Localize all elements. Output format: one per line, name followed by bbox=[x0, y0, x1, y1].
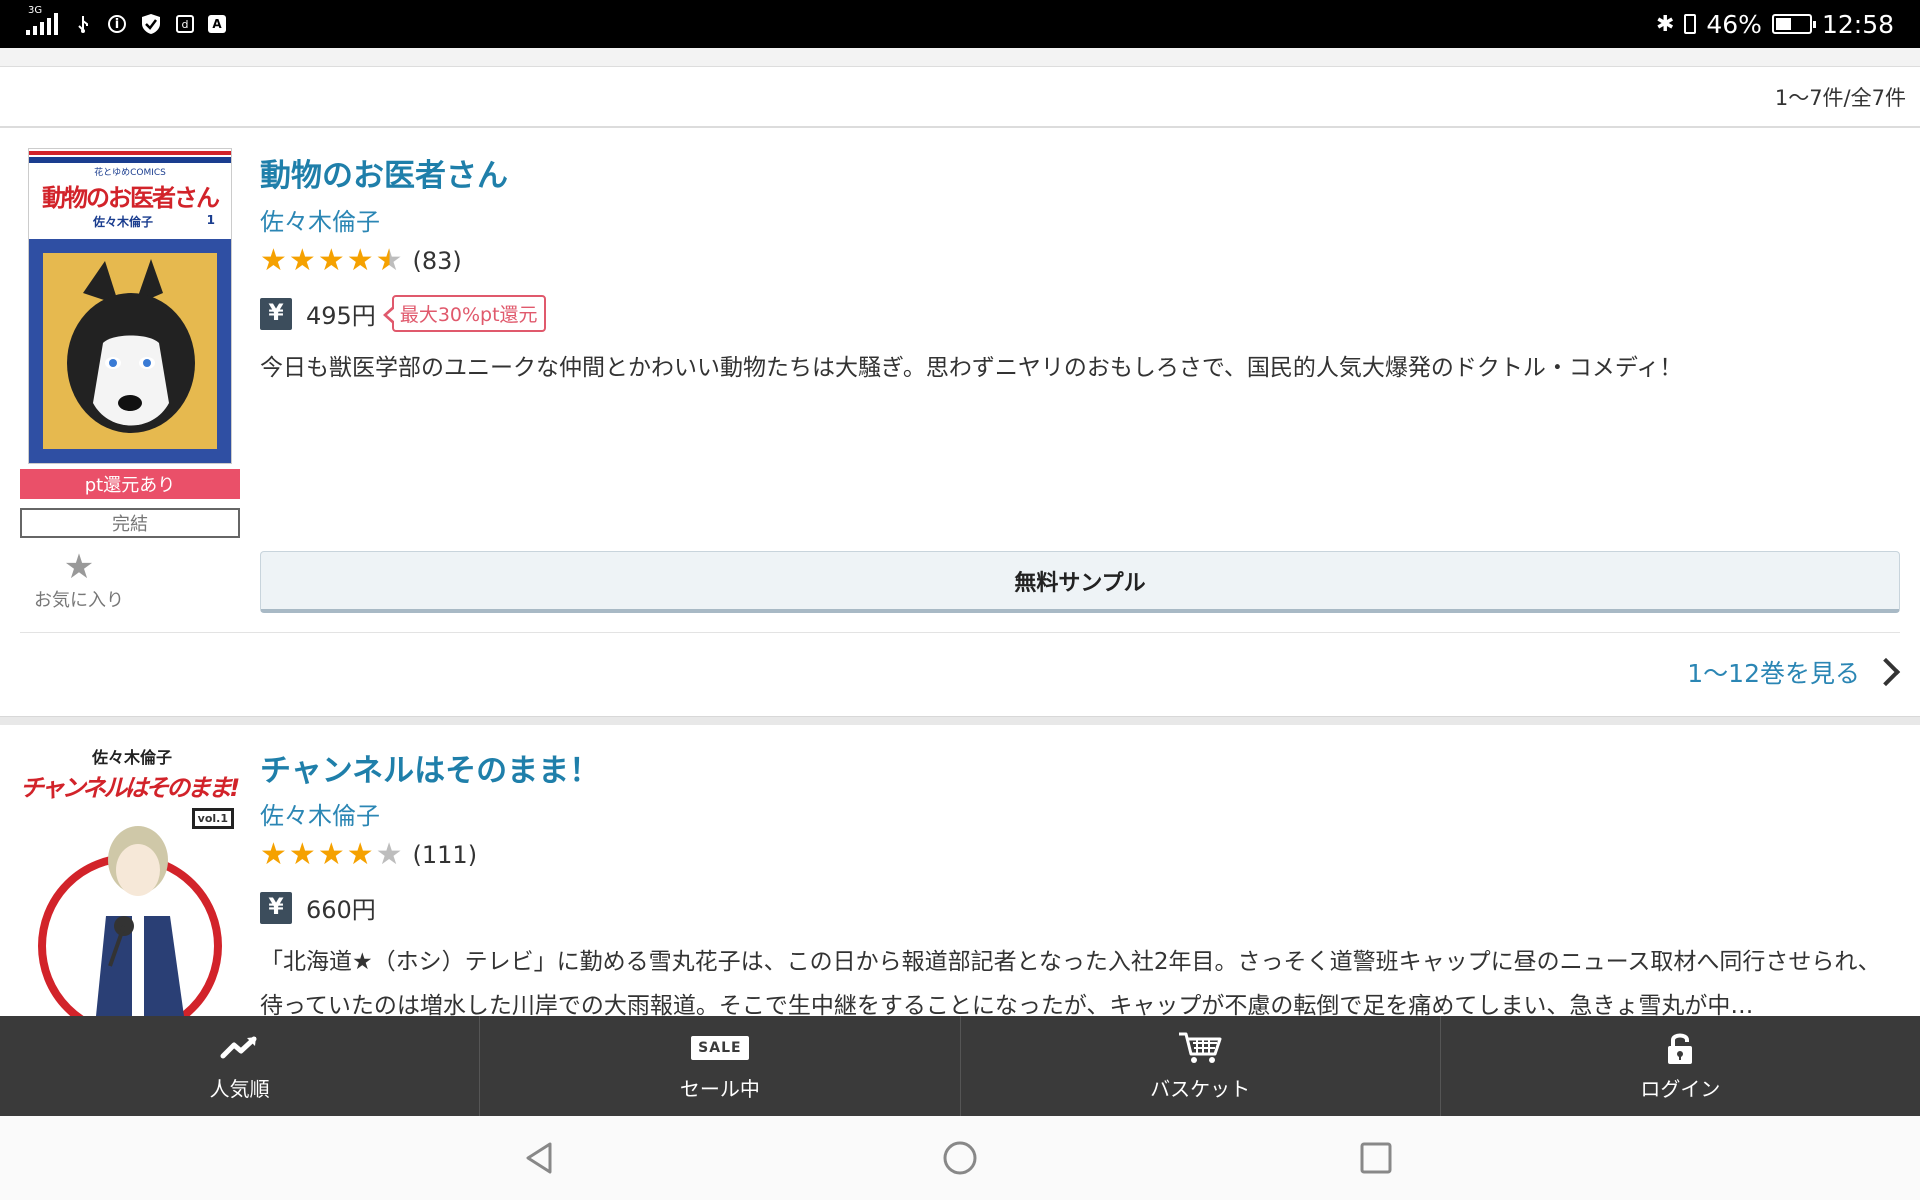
status-bar: 3G i d A ✱ 46% 12:58 bbox=[0, 0, 1920, 48]
trending-icon bbox=[220, 1031, 260, 1065]
book-description: 今日も獣医学部のユニークな仲間とかわいい動物たちは大騒ぎ。思わずニヤリのおもしろ… bbox=[260, 355, 1683, 381]
star-icon: ★ bbox=[260, 837, 287, 872]
cover-author: 佐々木倫子 bbox=[91, 748, 172, 767]
book-cover[interactable]: 花とゆめCOMICS 動物のお医者さん 佐々木倫子 1 bbox=[28, 148, 232, 464]
battery-percent: 46% bbox=[1706, 9, 1762, 39]
free-sample-button[interactable]: 無料サンプル bbox=[260, 551, 1900, 613]
cover-author: 佐々木倫子 bbox=[93, 215, 154, 229]
reporter-illustration bbox=[38, 826, 222, 1016]
back-icon[interactable] bbox=[522, 1140, 558, 1176]
yen-icon: ¥ bbox=[260, 891, 292, 924]
status-icons-right: ✱ 46% 12:58 bbox=[1656, 6, 1894, 42]
completed-tag: 完結 bbox=[20, 508, 240, 538]
book-cover[interactable]: 佐々木倫子 チャンネルはそのまま! vol.1 bbox=[20, 742, 244, 1016]
recents-icon[interactable] bbox=[1358, 1140, 1394, 1176]
tab-login[interactable]: ログイン bbox=[1441, 1016, 1920, 1116]
star-half-icon: ★ bbox=[375, 243, 403, 278]
favorite-button[interactable]: ★ お気に入り bbox=[26, 548, 132, 612]
star-icon: ★ bbox=[260, 243, 287, 278]
rating-count: (111) bbox=[412, 841, 478, 869]
star-icon: ★ bbox=[346, 243, 374, 278]
sale-icon-text: SALE bbox=[691, 1035, 749, 1060]
cover-title: チャンネルはそのまま! bbox=[20, 774, 240, 802]
yen-icon: ¥ bbox=[260, 297, 292, 330]
star-icon: ★ bbox=[288, 837, 316, 872]
result-count: 1〜7件/全7件 bbox=[1774, 86, 1906, 110]
see-volumes-link[interactable]: 1〜12巻を見る bbox=[1687, 654, 1901, 690]
book-author[interactable]: 佐々木倫子 bbox=[260, 796, 380, 831]
bluetooth-icon: ✱ bbox=[1655, 11, 1675, 37]
price-row: ¥ 495円 最大30%pt還元 bbox=[260, 295, 546, 332]
shield-icon bbox=[140, 13, 162, 35]
cover-label-top: 花とゆめCOMICS bbox=[94, 168, 166, 178]
point-tag: pt還元あり bbox=[20, 469, 240, 499]
network-type: 3G bbox=[28, 5, 43, 16]
price: 495円 bbox=[306, 302, 376, 330]
bottom-nav: 人気順 SALE セール中 バスケット ログイン bbox=[0, 1016, 1920, 1116]
star-icon: ★ bbox=[288, 243, 316, 278]
info-icon: i bbox=[108, 15, 126, 33]
star-icon: ★ bbox=[317, 243, 345, 278]
unlock-icon bbox=[1665, 1031, 1695, 1065]
star-empty-icon: ★ bbox=[375, 837, 403, 872]
book-title[interactable]: 動物のお医者さん bbox=[260, 150, 508, 195]
star-outline-icon: ★ bbox=[63, 547, 95, 587]
a-app-icon: A bbox=[208, 15, 226, 33]
divider bbox=[0, 126, 1920, 128]
home-icon[interactable] bbox=[942, 1140, 978, 1176]
tab-basket-label: バスケット bbox=[1150, 1076, 1251, 1101]
book-author[interactable]: 佐々木倫子 bbox=[260, 202, 380, 237]
usb-icon bbox=[72, 13, 94, 35]
price-row: ¥ 660円 bbox=[260, 890, 376, 925]
item-separator bbox=[0, 716, 1920, 725]
husky-illustration bbox=[67, 259, 195, 433]
signal-icon: 3G bbox=[26, 5, 58, 35]
header-strip bbox=[0, 48, 1920, 67]
book-description: 「北海道★（ホシ）テレビ」に勤める雪丸花子は、この日から報道部記者となった入社2… bbox=[260, 949, 1881, 1016]
see-volumes-label: 1〜12巻を見る bbox=[1687, 659, 1860, 688]
rating: ★ ★ ★ ★ ★ (83) bbox=[260, 246, 462, 276]
star-icon: ★ bbox=[346, 837, 374, 872]
book-title[interactable]: チャンネルはそのまま！ bbox=[260, 745, 600, 790]
d-app-icon: d bbox=[176, 15, 194, 33]
sale-icon: SALE bbox=[691, 1031, 749, 1065]
cover-title: 動物のお医者さん bbox=[42, 184, 220, 212]
rating: ★ ★ ★ ★ ★ (111) bbox=[260, 840, 477, 870]
cart-icon bbox=[1177, 1031, 1223, 1065]
rating-count: (83) bbox=[412, 247, 462, 275]
tab-sale-label: セール中 bbox=[679, 1076, 760, 1101]
favorite-label: お気に入り bbox=[34, 590, 124, 611]
tab-basket[interactable]: バスケット bbox=[961, 1016, 1441, 1116]
battery-icon bbox=[1771, 14, 1816, 34]
point-badge: 最大30%pt還元 bbox=[382, 295, 546, 332]
tab-sale[interactable]: SALE セール中 bbox=[480, 1016, 961, 1116]
chevron-right-icon bbox=[1871, 657, 1901, 687]
vibrate-icon bbox=[1684, 14, 1697, 34]
divider bbox=[20, 632, 1900, 633]
tab-popular-label: 人気順 bbox=[209, 1076, 270, 1101]
status-icons-left: 3G i d A bbox=[26, 5, 226, 42]
tab-login-label: ログイン bbox=[1640, 1076, 1721, 1101]
cover-volume: 1 bbox=[206, 213, 215, 227]
tab-popular[interactable]: 人気順 bbox=[0, 1016, 481, 1116]
clock: 12:58 bbox=[1821, 9, 1894, 39]
system-nav-bar bbox=[0, 1116, 1920, 1200]
price: 660円 bbox=[306, 896, 376, 924]
cover-art bbox=[29, 239, 231, 463]
star-icon: ★ bbox=[317, 837, 345, 872]
